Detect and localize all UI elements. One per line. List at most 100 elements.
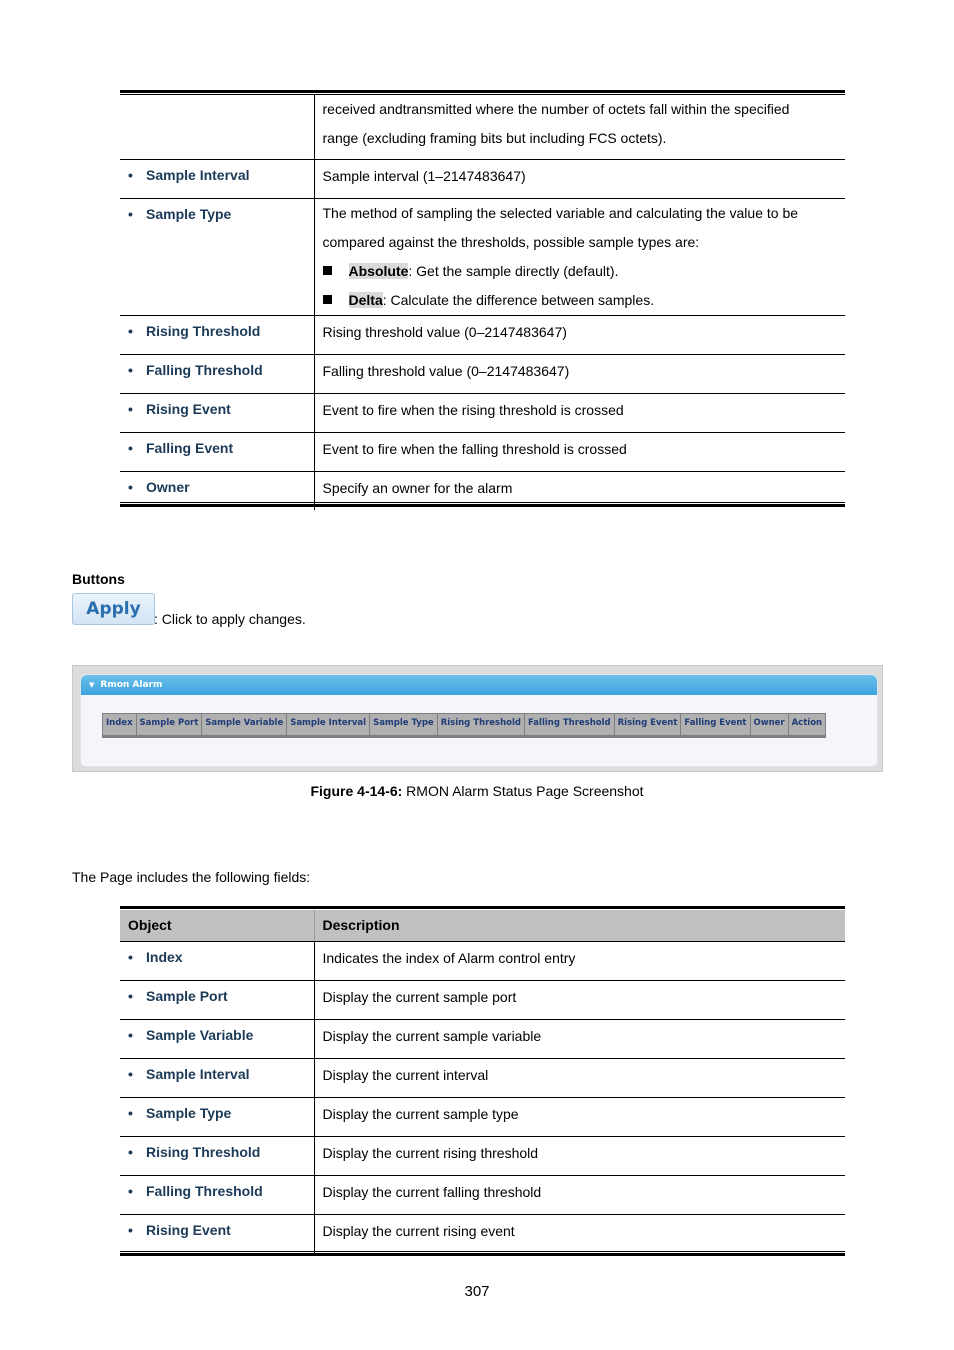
object-name: Sample Interval: [146, 1066, 250, 1082]
square-bullet-icon: [322, 266, 332, 275]
table-row: • Sample Type The method of sampling the …: [120, 198, 846, 316]
bullet-icon: •: [128, 949, 133, 965]
object-name: Index: [146, 949, 183, 965]
bullet-icon: •: [128, 1066, 133, 1082]
object-name: Falling Threshold: [146, 362, 263, 378]
table-row: • Rising Event Event to fire when the ris…: [120, 393, 845, 433]
collapse-triangle-icon[interactable]: ▼: [89, 675, 94, 695]
object-name: Falling Threshold: [146, 1183, 263, 1199]
object-name: Sample Type: [146, 1105, 232, 1121]
object-name: Owner: [146, 479, 190, 495]
bullet-icon: •: [128, 1027, 133, 1043]
column-header-sample-type: Sample Type: [370, 714, 437, 735]
table1-bottom-rule: [120, 504, 845, 507]
figure-caption: Figure 4-14-6: RMON Alarm Status Page Sc…: [310, 783, 644, 799]
column-header-rising-threshold: Rising Threshold: [437, 714, 524, 735]
description-line: The method of sampling the selected vari…: [322, 205, 799, 221]
bullet-icon: •: [128, 1222, 133, 1238]
table-row: • Index Indicates the index of Alarm cont…: [120, 941, 845, 981]
description: Display the current interval: [314, 1058, 845, 1098]
description: Falling threshold value (0–2147483647): [314, 354, 845, 394]
bullet-icon: •: [128, 988, 133, 1004]
table-header-row: Object Description: [120, 910, 845, 942]
table-row: • Rising Event Display the current rising…: [120, 1214, 845, 1253]
column-header-owner: Owner: [750, 714, 788, 735]
table-row: • Sample Type Display the current sample …: [120, 1097, 845, 1137]
alarm-table-header: Index Sample Port Sample Variable Sample…: [102, 713, 827, 738]
column-header-description: Description: [314, 910, 845, 942]
bullet-icon: •: [128, 479, 133, 495]
description: Display the current rising event: [322, 1223, 515, 1239]
object-name: Rising Threshold: [146, 323, 261, 339]
table-row: received andtransmitted where the number…: [120, 95, 845, 160]
description: Sample interval (1–2147483647): [314, 159, 845, 199]
object-name: Sample Variable: [146, 1027, 254, 1043]
table2-bottom-rule-thin: [120, 1251, 845, 1252]
bullet-icon: •: [128, 440, 133, 456]
table-row: • Sample Port Display the current sample …: [120, 980, 845, 1020]
apply-button[interactable]: Apply: [72, 593, 155, 625]
page-number: 307: [464, 1283, 490, 1300]
column-header-index: Index: [103, 714, 136, 735]
table1-bottom-rule-thin: [120, 502, 845, 503]
table-row: • Sample Interval Display the current int…: [120, 1058, 845, 1098]
continuation-line: range (excluding framing bits but includ…: [322, 130, 667, 146]
object-name: Rising Threshold: [146, 1144, 261, 1160]
bullet-icon: •: [128, 1183, 133, 1199]
column-header-action: Action: [788, 714, 826, 735]
object-name: Sample Port: [146, 988, 228, 1004]
table1: received andtransmitted where the number…: [120, 95, 845, 510]
object-name: Rising Event: [146, 1222, 231, 1238]
column-header-sample-port: Sample Port: [136, 714, 202, 735]
description: Rising threshold value (0–2147483647): [314, 315, 845, 355]
panel-header[interactable]: ▼ Rmon Alarm: [81, 675, 877, 695]
rmon-alarm-panel: ▼ Rmon Alarm Index Sample Port Sample Var…: [80, 674, 878, 767]
bullet-icon: •: [128, 167, 133, 183]
description: Event to fire when the falling threshold…: [314, 432, 845, 472]
description-line: compared against the thresholds, possibl…: [322, 234, 700, 250]
description: Event to fire when the rising threshold …: [314, 393, 845, 433]
column-header-rising-event: Rising Event: [614, 714, 681, 735]
description: Display the current falling threshold: [314, 1175, 845, 1215]
table-row: • Sample Interval Sample interval (1–2147…: [120, 159, 845, 199]
table-row: • Rising Threshold Rising threshold value…: [120, 315, 845, 355]
table2-bottom-rule: [120, 1253, 845, 1256]
table-row: • Sample Variable Display the current sam…: [120, 1019, 845, 1059]
description: Display the current sample type: [314, 1097, 845, 1137]
table-row: • Rising Threshold Display the current ri…: [120, 1136, 845, 1176]
bullet-icon: •: [128, 362, 133, 378]
column-header-sample-interval: Sample Interval: [287, 714, 370, 735]
table-row: • Falling Threshold Falling threshold val…: [120, 354, 845, 394]
object-name: Falling Event: [146, 440, 234, 456]
description: Indicates the index of Alarm control ent…: [314, 941, 845, 981]
description: Display the current rising threshold: [314, 1136, 845, 1176]
table2: Object Description • Index Indicates the …: [120, 910, 845, 1253]
table2-top-rule: [120, 906, 845, 909]
object-name: Sample Type: [146, 206, 232, 222]
bullet-icon: •: [128, 206, 133, 222]
description: Display the current sample port: [314, 980, 845, 1020]
bullet-icon: •: [128, 1105, 133, 1121]
column-header-sample-variable: Sample Variable: [202, 714, 287, 735]
column-header-falling-threshold: Falling Threshold: [524, 714, 614, 735]
panel-title: Rmon Alarm: [100, 680, 163, 690]
table1-top-rule: [120, 90, 845, 93]
square-bullet-icon: [322, 295, 332, 304]
bullet-icon: •: [128, 323, 133, 339]
apply-description: : Click to apply changes.: [154, 611, 306, 627]
buttons-heading: Buttons: [72, 571, 125, 587]
option-delta: Delta: Calculate the difference between …: [322, 286, 846, 315]
intro-text: The Page includes the following fields:: [72, 869, 311, 885]
continuation-line: received andtransmitted where the number…: [322, 101, 790, 117]
rmon-alarm-screenshot: ▼ Rmon Alarm Index Sample Port Sample Var…: [72, 665, 883, 772]
column-header-falling-event: Falling Event: [681, 714, 750, 735]
object-name: Rising Event: [146, 401, 231, 417]
bullet-icon: •: [128, 1144, 133, 1160]
option-absolute: Absolute: Get the sample directly (defau…: [322, 257, 846, 286]
table-row: • Falling Threshold Display the current f…: [120, 1175, 845, 1215]
column-header-object: Object: [120, 910, 315, 942]
object-name: Sample Interval: [146, 167, 250, 183]
table-row: • Falling Event Event to fire when the fa…: [120, 432, 845, 472]
description: Display the current sample variable: [314, 1019, 845, 1059]
bullet-icon: •: [128, 401, 133, 417]
